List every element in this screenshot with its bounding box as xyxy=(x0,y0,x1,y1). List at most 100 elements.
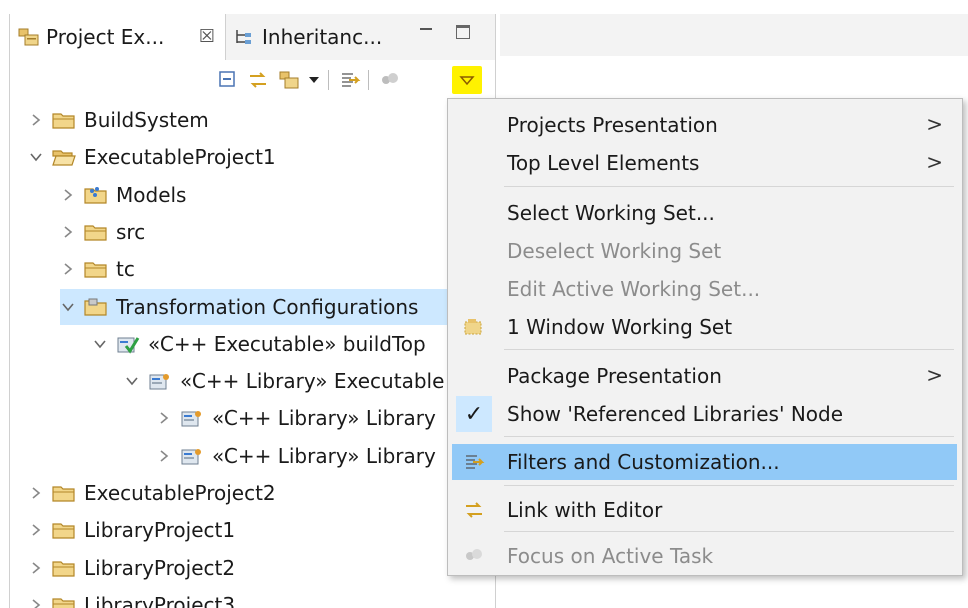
folder-icon xyxy=(84,222,108,242)
tree-item-label: tc xyxy=(116,257,135,281)
tree-item-label: «C++ Library» Executable xyxy=(180,369,445,393)
view-menu-icon xyxy=(459,76,475,86)
tree-item[interactable]: LibraryProject2 xyxy=(28,550,235,586)
view-toolbar xyxy=(10,60,495,98)
menu-item-package-presentation[interactable]: Package Presentation > xyxy=(452,358,957,394)
tree-item[interactable]: «C++ Library» Library xyxy=(156,400,436,436)
tree-item-label: «C++ Library» Library xyxy=(212,406,436,430)
chevron-right-icon[interactable] xyxy=(28,522,44,538)
chevron-right-icon: > xyxy=(926,112,943,136)
tree-item-label: «C++ Library» Library xyxy=(212,444,436,468)
tree-item[interactable]: LibraryProject1 xyxy=(28,512,235,548)
chevron-right-icon[interactable] xyxy=(156,410,172,426)
view-tab-bar: Project Ex... ☒ Inheritanc... xyxy=(10,14,495,60)
new-button[interactable] xyxy=(278,68,302,92)
menu-item-filters-and-customization[interactable]: Filters and Customization... xyxy=(452,444,957,480)
menu-separator xyxy=(504,349,954,350)
tree-item-label: ExecutableProject1 xyxy=(84,145,276,169)
chevron-right-icon: > xyxy=(926,363,943,387)
models-folder-icon xyxy=(84,185,108,205)
cpp-executable-icon xyxy=(116,334,140,354)
folder-icon xyxy=(52,483,76,503)
view-menu-dropdown: Projects Presentation > Top Level Elemen… xyxy=(447,98,963,576)
tab-inheritance[interactable]: Inheritanc... xyxy=(226,14,396,60)
folder-icon xyxy=(52,595,76,608)
project-explorer-view: Project Ex... ☒ Inheritanc... BuildSyste… xyxy=(9,14,497,608)
menu-item-window-working-set[interactable]: 1 Window Working Set xyxy=(452,309,957,345)
tab-label: Inheritanc... xyxy=(262,25,383,49)
toolbar-separator xyxy=(328,70,329,90)
menu-item-focus-on-active-task: Focus on Active Task xyxy=(452,538,957,574)
toolbar-separator xyxy=(368,70,369,90)
chevron-right-icon[interactable] xyxy=(60,224,76,240)
menu-separator xyxy=(504,531,954,532)
filter-arrow-icon xyxy=(342,73,361,87)
tree-item[interactable]: Transformation Configurations xyxy=(60,289,497,325)
tree-item-label: BuildSystem xyxy=(84,108,209,132)
chevron-right-icon[interactable] xyxy=(28,112,44,128)
tc-folder-icon xyxy=(84,297,108,317)
chevron-down-icon[interactable] xyxy=(124,373,140,389)
hierarchy-icon xyxy=(234,27,256,47)
tree-item[interactable]: BuildSystem xyxy=(28,102,209,138)
chevron-right-icon: > xyxy=(926,150,943,174)
cpp-library-icon xyxy=(148,371,172,391)
tab-project-explorer[interactable]: Project Ex... ☒ xyxy=(10,14,226,60)
tree-item[interactable]: «C++ Library» Library xyxy=(156,438,436,474)
tree-item-label: «C++ Executable» buildTop xyxy=(148,332,426,356)
tree-item[interactable]: src xyxy=(60,214,145,250)
tree-item-label: Transformation Configurations xyxy=(116,295,419,319)
tree-item-label: ExecutableProject2 xyxy=(84,481,276,505)
chevron-right-icon[interactable] xyxy=(60,261,76,277)
tree-item[interactable]: ExecutableProject1 xyxy=(28,139,276,175)
menu-item-link-with-editor[interactable]: Link with Editor xyxy=(452,492,957,528)
tree-item[interactable]: tc xyxy=(60,251,135,287)
caret-down-icon xyxy=(309,77,319,83)
menu-item-edit-active-working-set: Edit Active Working Set... xyxy=(507,277,761,301)
menu-item-top-level-elements[interactable]: Top Level Elements > xyxy=(452,145,957,181)
folder-open-icon xyxy=(52,147,76,167)
chevron-right-icon[interactable] xyxy=(28,485,44,501)
project-explorer-icon xyxy=(18,27,40,47)
chevron-right-icon[interactable] xyxy=(60,187,76,203)
tree-item[interactable]: LibraryProject3 xyxy=(28,587,235,608)
menu-item-select-working-set[interactable]: Select Working Set... xyxy=(452,195,957,231)
chevron-down-icon[interactable] xyxy=(28,149,44,165)
editor-area-header xyxy=(500,14,968,56)
link-editor-button[interactable] xyxy=(246,68,270,92)
tree-item-label: src xyxy=(116,220,146,244)
focus-task-button[interactable] xyxy=(378,68,402,92)
chevron-right-icon[interactable] xyxy=(28,597,44,608)
tree-item[interactable]: Models xyxy=(60,177,186,213)
chevron-down-icon[interactable] xyxy=(60,299,76,315)
new-folder-icon xyxy=(279,71,299,89)
check-icon: ✓ xyxy=(464,401,484,427)
maximize-button[interactable] xyxy=(456,25,470,39)
close-icon[interactable]: ☒ xyxy=(199,26,215,47)
collapse-all-icon xyxy=(219,71,235,87)
folder-icon xyxy=(52,520,76,540)
collapse-all-button[interactable] xyxy=(216,68,240,92)
folder-icon xyxy=(52,110,76,130)
view-menu-button[interactable] xyxy=(452,66,482,94)
chevron-down-icon[interactable] xyxy=(92,336,108,352)
tree-item[interactable]: ExecutableProject2 xyxy=(28,475,276,511)
menu-item-projects-presentation[interactable]: Projects Presentation > xyxy=(452,107,957,143)
menu-separator xyxy=(504,186,954,187)
minimize-button[interactable] xyxy=(418,22,436,40)
chevron-right-icon[interactable] xyxy=(28,560,44,576)
cpp-library-icon xyxy=(180,446,204,466)
menu-separator xyxy=(504,436,954,437)
filter-arrow-icon xyxy=(462,450,486,474)
tree-item-label: LibraryProject3 xyxy=(84,593,236,608)
tree-item[interactable]: «C++ Library» Executable xyxy=(124,363,444,399)
chevron-right-icon[interactable] xyxy=(156,448,172,464)
link-arrows-icon xyxy=(462,498,486,522)
filters-button[interactable] xyxy=(338,68,362,92)
tree-item[interactable]: «C++ Executable» buildTop xyxy=(92,326,426,362)
new-dropdown-button[interactable] xyxy=(302,68,326,92)
menu-item-show-referenced-libraries[interactable]: ✓ Show 'Referenced Libraries' Node xyxy=(452,396,957,432)
tree-item-label: LibraryProject2 xyxy=(84,556,236,580)
folder-icon xyxy=(52,558,76,578)
tree-item-label: Models xyxy=(116,183,187,207)
